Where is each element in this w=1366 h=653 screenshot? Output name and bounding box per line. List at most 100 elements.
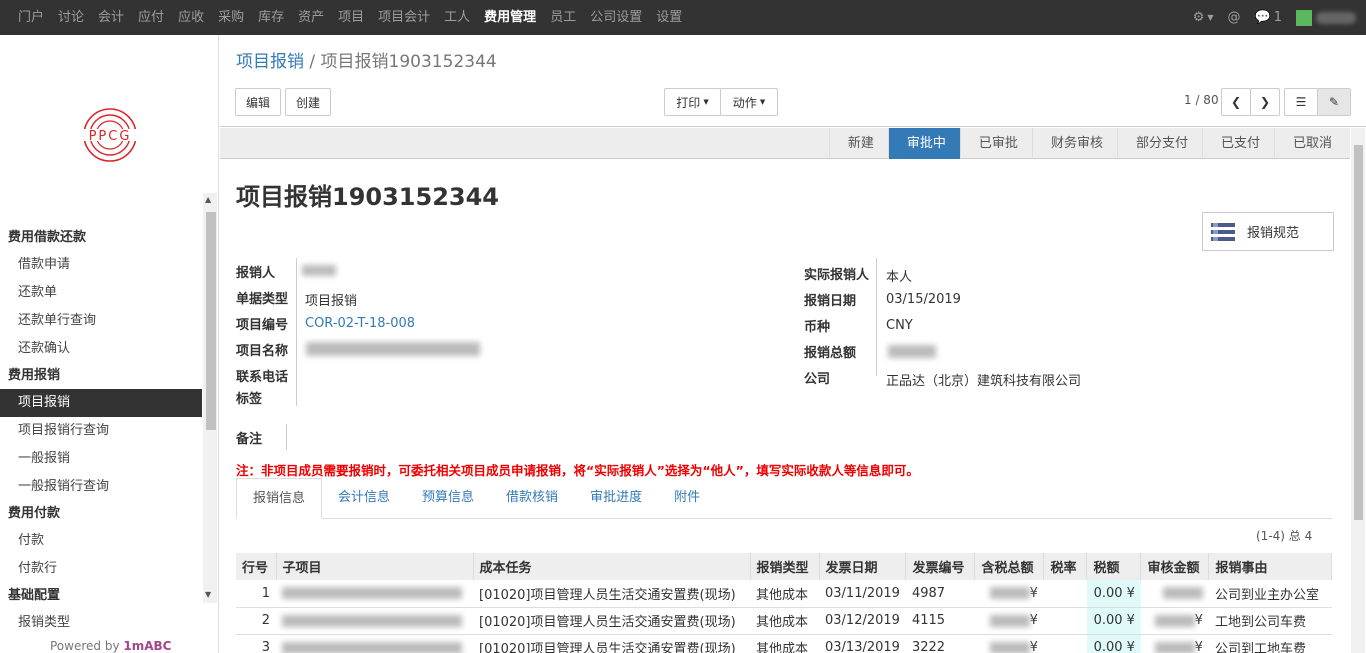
stage-button[interactable]: 已审批 bbox=[959, 128, 1032, 159]
powered-by: Powered by 1mABC bbox=[50, 639, 172, 653]
stage-button[interactable]: 审批中 bbox=[887, 128, 960, 159]
applicant-value-redacted[interactable] bbox=[302, 265, 336, 276]
tab[interactable]: 报销信息 bbox=[236, 478, 323, 519]
pager-value[interactable]: 1 / 80 bbox=[1184, 93, 1219, 107]
topnav-item[interactable]: 工人 bbox=[444, 0, 470, 35]
topnav-item[interactable]: 应收 bbox=[178, 0, 204, 35]
table-row[interactable]: 3 [01020]项目管理人员生活交通安置费(现场) 其他成本 03/13/2019 3… bbox=[236, 634, 1332, 653]
scroll-down-icon[interactable]: ▼ bbox=[205, 590, 211, 599]
redacted-value bbox=[282, 641, 462, 653]
column-header[interactable]: 行号 bbox=[236, 553, 277, 580]
project-name-redacted[interactable] bbox=[306, 342, 480, 356]
table-row[interactable]: 1 [01020]项目管理人员生活交通安置费(现场) 其他成本 03/11/2019 4… bbox=[236, 580, 1332, 608]
rule-button[interactable]: 报销规范 bbox=[1202, 212, 1334, 251]
topnav-item[interactable]: 采购 bbox=[218, 0, 244, 35]
invoice-date-text: 03/12/2019 bbox=[825, 613, 900, 628]
sidebar-item[interactable]: 一般报销 bbox=[0, 445, 202, 473]
table-header-row: 行号 子项目 成本任务 报销类型 发票日期 发票编号 含税总额 税率 税额 审核金额 报销事由 bbox=[236, 553, 1332, 580]
table-row[interactable]: 2 [01020]项目管理人员生活交通安置费(现场) 其他成本 03/12/2019 4… bbox=[236, 607, 1332, 635]
action-button[interactable]: 动作 ▼ bbox=[720, 88, 778, 116]
scroll-up-icon[interactable]: ▲ bbox=[205, 195, 211, 204]
sidebar-item[interactable]: 付款 bbox=[0, 527, 202, 555]
topnav-item[interactable]: 库存 bbox=[258, 0, 284, 35]
sidebar-item[interactable]: 还款单行查询 bbox=[0, 307, 202, 335]
topnav-item[interactable]: 门户 bbox=[18, 0, 44, 35]
sidebar-item[interactable]: 付款行 bbox=[0, 555, 202, 583]
topnav-item[interactable]: 公司设置 bbox=[590, 0, 642, 35]
list-view-button[interactable]: ☰ bbox=[1284, 88, 1318, 116]
column-header[interactable]: 含税总额 bbox=[974, 553, 1045, 580]
cost-task-text: [01020]项目管理人员生活交通安置费(现场) bbox=[479, 642, 736, 653]
edit-button[interactable]: 编辑 bbox=[235, 88, 281, 116]
expense-type: 其他成本 bbox=[750, 607, 819, 635]
row-number-text: 2 bbox=[261, 613, 270, 628]
form-view-button[interactable]: ✎ bbox=[1317, 88, 1351, 116]
reimbursement-reason-text: 工地到公司车费 bbox=[1214, 615, 1306, 630]
prev-record-button[interactable]: ❮ bbox=[1221, 88, 1251, 116]
sidebar-item[interactable]: 项目报销 bbox=[0, 389, 202, 417]
topnav-item[interactable]: 会计 bbox=[98, 0, 124, 35]
stage-button[interactable]: 财务审核 bbox=[1031, 128, 1117, 159]
breadcrumb-parent[interactable]: 项目报销 bbox=[236, 52, 304, 72]
topnav-item[interactable]: 应付 bbox=[138, 0, 164, 35]
avatar[interactable] bbox=[1296, 9, 1312, 26]
sidebar-item[interactable]: 报销类型 bbox=[0, 609, 202, 637]
gear-icon: ⚙ bbox=[1192, 10, 1205, 25]
invoice-date: 03/12/2019 bbox=[819, 607, 906, 635]
column-header[interactable]: 报销类型 bbox=[750, 553, 820, 580]
total-with-tax-text: ¥ bbox=[1029, 640, 1038, 653]
topnav-item[interactable]: 项目 bbox=[338, 0, 364, 35]
user-name-redacted[interactable] bbox=[1316, 11, 1356, 24]
column-header[interactable]: 成本任务 bbox=[473, 553, 751, 580]
label-applicant: 报销人 bbox=[236, 266, 276, 281]
topnav-item[interactable]: 讨论 bbox=[58, 0, 84, 35]
stage-button[interactable]: 新建 bbox=[828, 128, 888, 159]
topnav-item[interactable]: 费用管理 bbox=[484, 0, 536, 35]
invoice-date-text: 03/11/2019 bbox=[825, 585, 900, 601]
total-with-tax: ¥ bbox=[974, 634, 1044, 653]
column-header[interactable]: 发票编号 bbox=[905, 553, 976, 580]
print-button[interactable]: 打印 ▼ bbox=[664, 88, 721, 116]
total-with-tax: ¥ bbox=[974, 607, 1044, 635]
invoice-number: 3222 bbox=[905, 634, 975, 653]
column-header[interactable]: 报销事由 bbox=[1208, 553, 1332, 580]
tab[interactable]: 预算信息 bbox=[406, 478, 490, 518]
breadcrumb: 项目报销 / 项目报销1903152344 bbox=[236, 52, 497, 72]
sidebar-scrollbar-thumb[interactable] bbox=[206, 212, 216, 430]
topnav-item[interactable]: 项目会计 bbox=[378, 0, 430, 35]
topnav-item[interactable]: 员工 bbox=[550, 0, 576, 35]
stage-button[interactable]: 已支付 bbox=[1201, 128, 1274, 159]
row-number: 3 bbox=[236, 634, 276, 653]
topnav-item[interactable]: 资产 bbox=[298, 0, 324, 35]
gear-menu[interactable]: ⚙ ▼ bbox=[1193, 10, 1214, 25]
sidebar-item[interactable]: 一般报销行查询 bbox=[0, 473, 202, 501]
brand-link[interactable]: 1mABC bbox=[123, 639, 171, 653]
column-header[interactable]: 审核金额 bbox=[1140, 553, 1210, 580]
chevron-right-icon: ❯ bbox=[1259, 95, 1271, 109]
sidebar-item[interactable]: 借款申请 bbox=[0, 251, 202, 279]
create-button[interactable]: 创建 bbox=[285, 88, 331, 116]
caret-down-icon: ▼ bbox=[759, 98, 766, 106]
rules-icon bbox=[1211, 222, 1235, 241]
column-header[interactable]: 税率 bbox=[1043, 553, 1088, 580]
tab[interactable]: 会计信息 bbox=[322, 478, 406, 518]
sidebar-item[interactable]: 还款单 bbox=[0, 279, 202, 307]
column-header[interactable]: 子项目 bbox=[276, 553, 474, 580]
stage-button[interactable]: 已取消 bbox=[1273, 128, 1346, 159]
reimbursement-note: 注：非项目成员需要报销时，可委托相关项目成员申请报销，将“实际报销人”选择为“他… bbox=[236, 463, 919, 478]
sidebar-item[interactable]: 还款确认 bbox=[0, 335, 202, 363]
main-scrollbar-thumb[interactable] bbox=[1354, 145, 1363, 520]
topnav-item[interactable]: 设置 bbox=[656, 0, 682, 35]
messages-button[interactable]: 💬 1 bbox=[1255, 10, 1282, 25]
next-record-button[interactable]: ❯ bbox=[1250, 88, 1280, 116]
tab[interactable]: 附件 bbox=[658, 478, 716, 518]
sidebar-item[interactable]: 项目报销行查询 bbox=[0, 417, 202, 445]
stage-button[interactable]: 部分支付 bbox=[1116, 128, 1202, 159]
mention-button[interactable]: @ bbox=[1228, 10, 1241, 25]
column-header[interactable]: 发票日期 bbox=[819, 553, 907, 580]
tab[interactable]: 审批进度 bbox=[574, 478, 658, 518]
column-header[interactable]: 税额 bbox=[1086, 553, 1142, 580]
project-code-link[interactable]: COR-02-T-18-008 bbox=[305, 316, 415, 331]
total-with-tax-text: ¥ bbox=[1029, 585, 1038, 601]
tab[interactable]: 借款核销 bbox=[490, 478, 574, 518]
